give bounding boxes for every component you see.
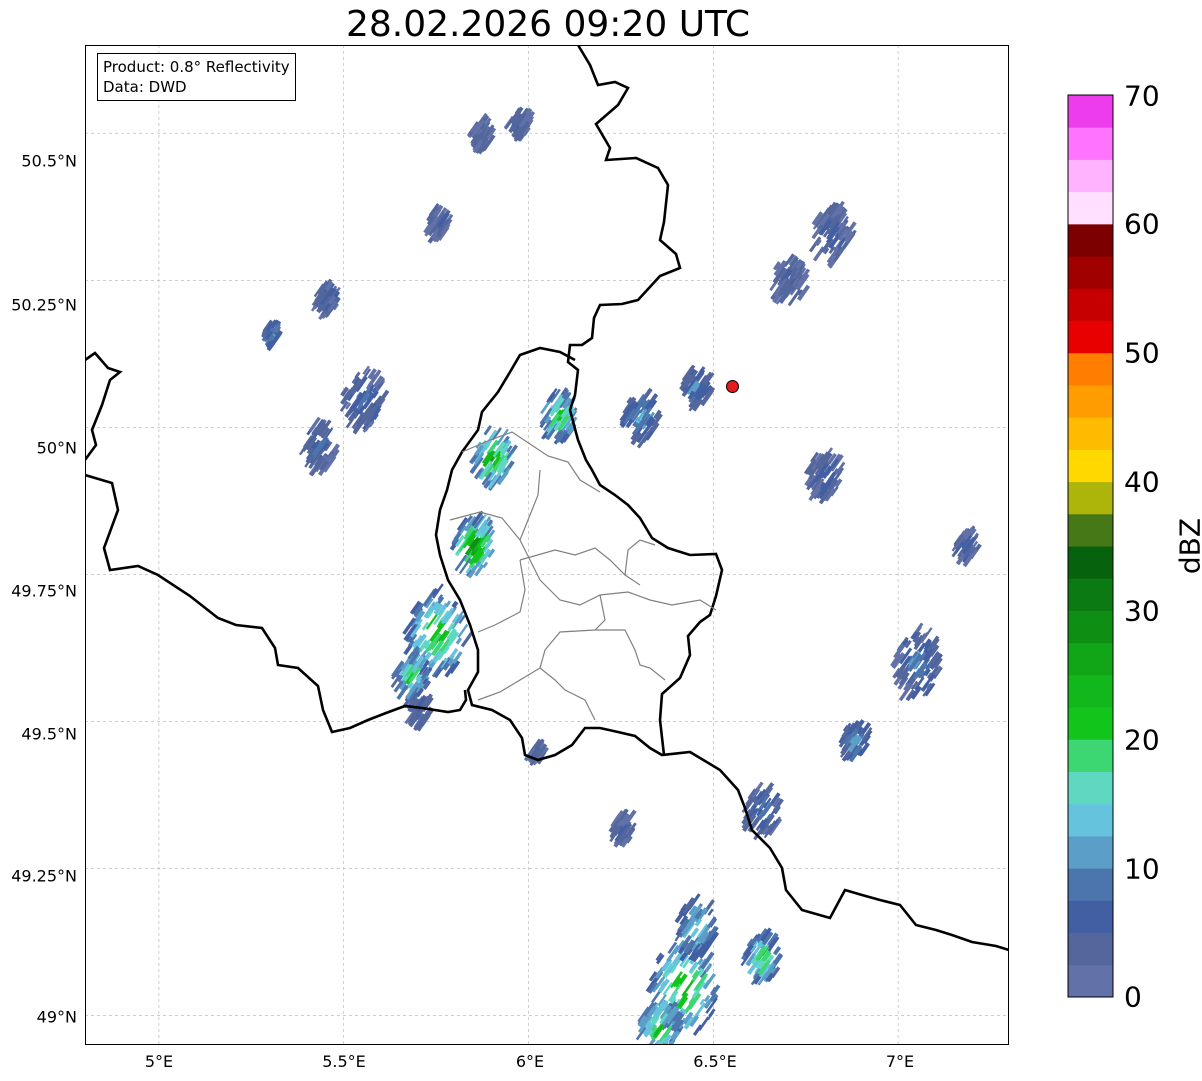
lat-tick-49-25: 49.25°N: [11, 866, 77, 886]
colorbar-tick-40: 40: [1124, 465, 1160, 499]
colorbar-swatch: [1068, 191, 1113, 225]
lon-tick-6-5: 6.5°E: [693, 1052, 737, 1071]
colorbar-tick-0: 0: [1124, 980, 1142, 1014]
echo-cell: [644, 1043, 658, 1045]
colorbar-swatch: [1068, 513, 1113, 547]
colorbar-swatch: [1068, 449, 1113, 483]
plot-frame: [85, 45, 1009, 1045]
colorbar-swatch: [1068, 964, 1113, 998]
colorbar-swatch: [1068, 352, 1113, 386]
colorbar-swatch: [1068, 159, 1113, 193]
lon-tick-6: 6°E: [515, 1052, 545, 1071]
colorbar-swatch: [1068, 288, 1113, 321]
colorbar-swatch: [1068, 384, 1113, 418]
colorbar-label: dBZ: [1173, 517, 1202, 575]
colorbar-tick-50: 50: [1124, 336, 1160, 370]
echo-cell: [663, 1048, 673, 1060]
colorbar-tick-30: 30: [1124, 594, 1160, 628]
lat-tick-49-5: 49.5°N: [21, 724, 77, 744]
radar-map-figure: 28.02.2026 09:20 UTC Product: 0.8° Refle…: [0, 0, 1202, 1081]
echo-cell: [655, 1043, 662, 1045]
colorbar-swatch: [1068, 417, 1113, 450]
colorbar-swatch: [1068, 320, 1113, 354]
lat-tick-50: 50°N: [36, 438, 77, 458]
lon-tick-5-5: 5.5°E: [322, 1052, 366, 1071]
colorbar-swatch: [1068, 546, 1113, 579]
colorbar-swatch: [1068, 481, 1113, 515]
product-label: Product: 0.8° Reflectivity: [103, 58, 290, 76]
echo-cell: [649, 1049, 659, 1062]
colorbar-swatch: [1068, 674, 1113, 708]
colorbar-swatch: [1068, 95, 1113, 128]
colorbar-swatch: [1068, 739, 1113, 772]
lon-tick-7: 7°E: [885, 1052, 915, 1071]
info-box: Product: 0.8° Reflectivity Data: DWD: [97, 53, 296, 101]
lat-tick-50-25: 50.25°N: [11, 295, 77, 315]
colorbar-tick-10: 10: [1124, 852, 1160, 886]
colorbar-swatch: [1068, 256, 1113, 289]
colorbar-tick-20: 20: [1124, 723, 1160, 757]
colorbar-swatch: [1068, 932, 1113, 966]
colorbar-swatch: [1068, 707, 1113, 740]
lat-tick-49: 49°N: [36, 1007, 77, 1027]
data-source-label: Data: DWD: [103, 78, 187, 96]
colorbar-swatch: [1068, 868, 1113, 901]
colorbar-swatch: [1068, 223, 1113, 257]
colorbar-tick-60: 60: [1124, 207, 1160, 241]
colorbar: [1067, 94, 1114, 998]
echo-cell: [657, 1050, 668, 1064]
colorbar-swatch: [1068, 642, 1113, 676]
colorbar-swatch: [1068, 900, 1113, 934]
colorbar-swatch: [1068, 127, 1113, 160]
lat-tick-50-5: 50.5°N: [21, 151, 77, 171]
colorbar-swatch: [1068, 578, 1113, 611]
colorbar-swatch: [1068, 835, 1113, 869]
colorbar-swatch: [1068, 803, 1113, 837]
lon-tick-5: 5°E: [144, 1052, 174, 1071]
lat-tick-49-75: 49.75°N: [11, 581, 77, 601]
colorbar-tick-70: 70: [1124, 79, 1160, 113]
echo-cell: [644, 1045, 655, 1060]
colorbar-swatch: [1068, 610, 1113, 644]
colorbar-swatch: [1068, 771, 1113, 805]
radar-station-marker: [726, 380, 739, 393]
